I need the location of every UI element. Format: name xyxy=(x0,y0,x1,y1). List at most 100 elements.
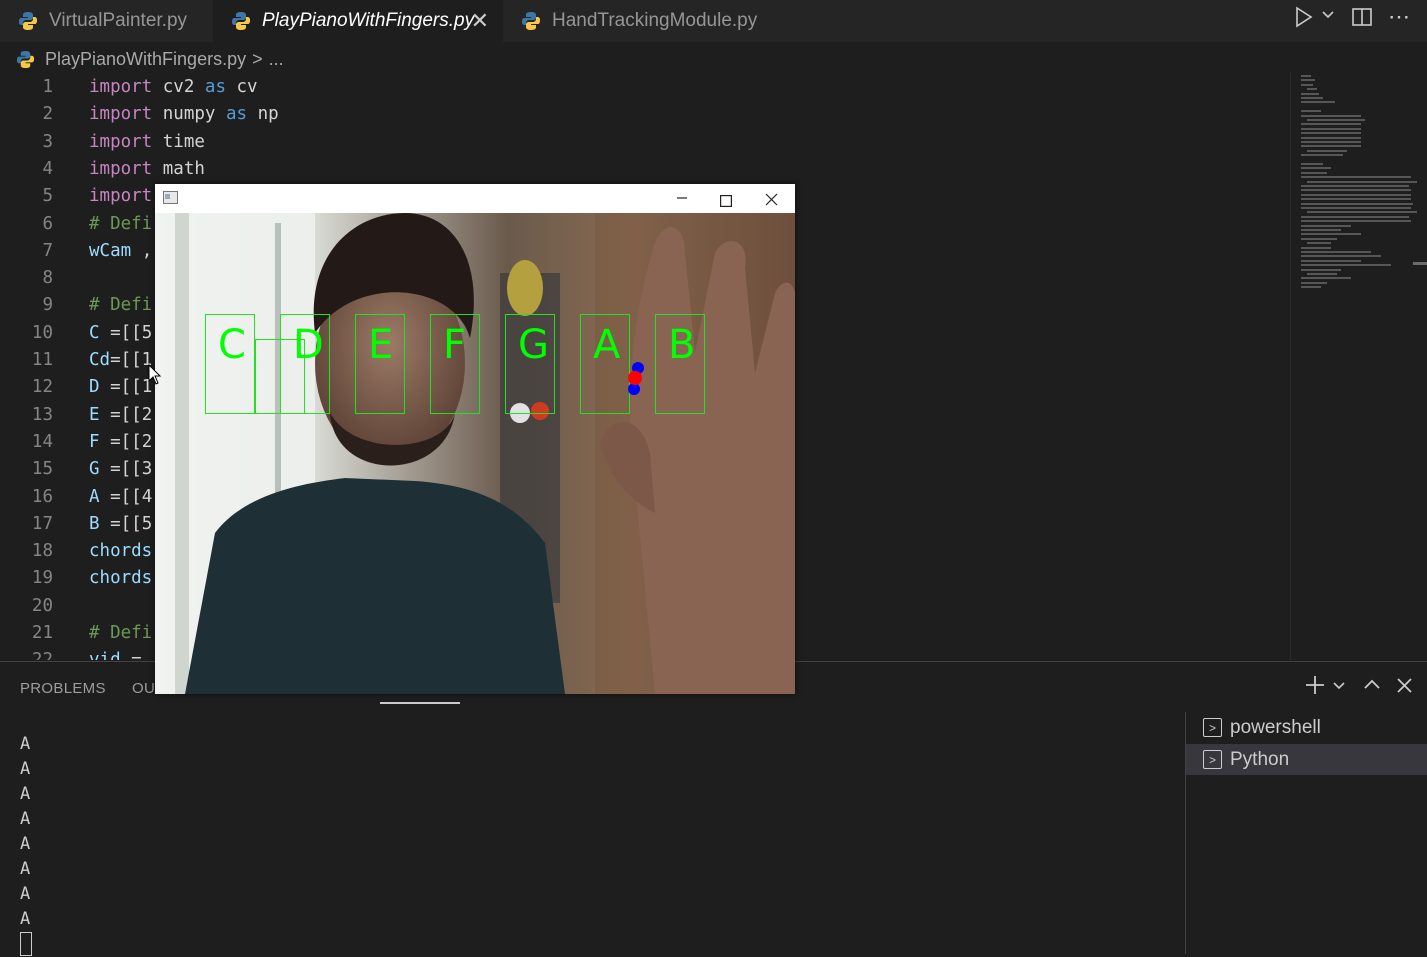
minimap-line xyxy=(1301,110,1321,113)
minimap-line xyxy=(1301,92,1319,95)
line-number: 1 xyxy=(42,77,53,97)
code-text: F =[[2 xyxy=(89,429,152,456)
code-token: vid xyxy=(89,650,121,660)
piano-key-label: B xyxy=(668,322,696,368)
piano-key-label: A xyxy=(593,322,621,368)
code-text: chords xyxy=(89,565,152,592)
tab-handtrackingmodule[interactable]: HandTrackingModule.py xyxy=(503,0,790,42)
terminal-label: Python xyxy=(1230,748,1290,770)
terminal-item-python[interactable]: > Python xyxy=(1186,744,1427,775)
code-text: A =[[4 xyxy=(89,484,152,511)
terminal-output[interactable]: AAAAAAAA xyxy=(20,732,32,957)
code-token: import xyxy=(89,131,153,152)
code-text: import numpy as np xyxy=(89,101,279,128)
minimap-line xyxy=(1301,132,1361,135)
code-text: Cd=[[1 xyxy=(89,347,152,374)
terminal-line: A xyxy=(20,834,31,854)
add-terminal-icon[interactable] xyxy=(1304,674,1326,701)
piano-key-label: C xyxy=(218,322,246,368)
line-number: 19 xyxy=(31,568,53,589)
code-text: # Defi xyxy=(89,292,152,319)
camera-window[interactable]: CDEFGAB xyxy=(155,184,795,694)
line-number: 16 xyxy=(31,486,53,507)
minimize-icon[interactable] xyxy=(675,185,689,212)
camera-window-titlebar[interactable] xyxy=(155,184,795,213)
terminal-line: A xyxy=(20,909,31,929)
terminal-line: A xyxy=(20,809,31,829)
code-token: =[[3 xyxy=(99,459,153,480)
code-token: import xyxy=(89,104,153,125)
line-number: 7 xyxy=(42,240,53,261)
terminal-item-powershell[interactable]: > powershell xyxy=(1186,712,1427,743)
piano-key-c-sharp xyxy=(255,339,305,414)
line-number: 5 xyxy=(42,186,53,207)
close-icon[interactable]: ✕ xyxy=(471,8,489,34)
chevron-down-icon[interactable] xyxy=(1332,679,1346,698)
line-number: 8 xyxy=(42,268,53,289)
code-text: E =[[2 xyxy=(89,402,152,429)
code-token: numpy xyxy=(152,104,226,125)
more-icon[interactable]: ⋯ xyxy=(1388,4,1410,30)
code-token: wCam xyxy=(89,240,132,261)
tab-virtualpainter[interactable]: VirtualPainter.py xyxy=(0,0,213,42)
close-panel-icon[interactable] xyxy=(1396,677,1413,699)
python-file-icon xyxy=(16,50,35,69)
code-token: Cd xyxy=(89,350,111,370)
minimap-line xyxy=(1307,180,1417,183)
tab-playpianowithfingers[interactable]: PlayPianoWithFingers.py ✕ xyxy=(213,0,503,42)
piano-key-label: E xyxy=(368,322,394,368)
code-token: =[[4 xyxy=(99,486,153,507)
code-token: =[[5 xyxy=(99,322,153,343)
breadcrumb-file[interactable]: PlayPianoWithFingers.py xyxy=(45,49,246,70)
minimap-line xyxy=(1301,123,1361,126)
minimap-line xyxy=(1301,255,1381,258)
breadcrumb-rest[interactable]: ... xyxy=(269,49,284,70)
code-token: C xyxy=(89,322,100,343)
code-token: B xyxy=(89,513,100,534)
code-token: math xyxy=(152,158,205,179)
code-token: cv xyxy=(225,77,258,97)
line-number: 2 xyxy=(42,104,53,125)
terminal-icon: > xyxy=(1203,718,1222,737)
code-token: =[[2 xyxy=(99,431,153,452)
terminal-line: A xyxy=(20,859,31,879)
terminal-prompt[interactable] xyxy=(20,932,32,957)
piano-keys-overlay: CDEFGAB xyxy=(155,213,795,694)
tab-problems[interactable]: PROBLEMS xyxy=(20,680,106,697)
code-text: # Defi xyxy=(89,620,152,647)
close-icon[interactable] xyxy=(765,190,778,211)
terminal-line: A xyxy=(20,759,31,779)
minimap-line xyxy=(1301,264,1391,267)
code-token: import xyxy=(89,158,153,179)
minimap-line xyxy=(1307,242,1331,245)
line-number: 17 xyxy=(31,513,53,534)
terminal-label: powershell xyxy=(1230,716,1321,738)
maximize-icon[interactable] xyxy=(720,191,733,212)
code-text: # Defi xyxy=(89,211,152,238)
chevron-down-icon[interactable] xyxy=(1321,8,1335,25)
minimap-line xyxy=(1307,273,1337,275)
code-token: F xyxy=(89,431,100,452)
code-text: D =[[1 xyxy=(89,374,152,401)
tab-label: PlayPianoWithFingers.py xyxy=(262,10,475,31)
terminal-line: A xyxy=(20,784,31,804)
terminal-line: A xyxy=(20,884,31,904)
maximize-panel-icon[interactable] xyxy=(1363,676,1381,699)
code-token: A xyxy=(89,486,100,507)
split-editor-icon[interactable] xyxy=(1351,6,1373,34)
code-token: =[[1 xyxy=(110,350,153,370)
code-token: np xyxy=(247,104,279,125)
code-text: vid = xyxy=(89,647,142,660)
minimap-line xyxy=(1301,171,1327,174)
line-number: 21 xyxy=(31,623,53,643)
code-token: # Defi xyxy=(89,295,153,316)
play-icon[interactable] xyxy=(1295,6,1313,34)
minimap-slider[interactable] xyxy=(1413,262,1427,265)
minimap-line xyxy=(1301,145,1361,148)
code-token: time xyxy=(152,131,205,152)
tab-output[interactable]: OU xyxy=(132,680,155,697)
minimap-line xyxy=(1301,202,1413,205)
line-number: 4 xyxy=(42,158,53,179)
window-app-icon xyxy=(163,191,178,209)
minimap[interactable] xyxy=(1290,72,1427,660)
